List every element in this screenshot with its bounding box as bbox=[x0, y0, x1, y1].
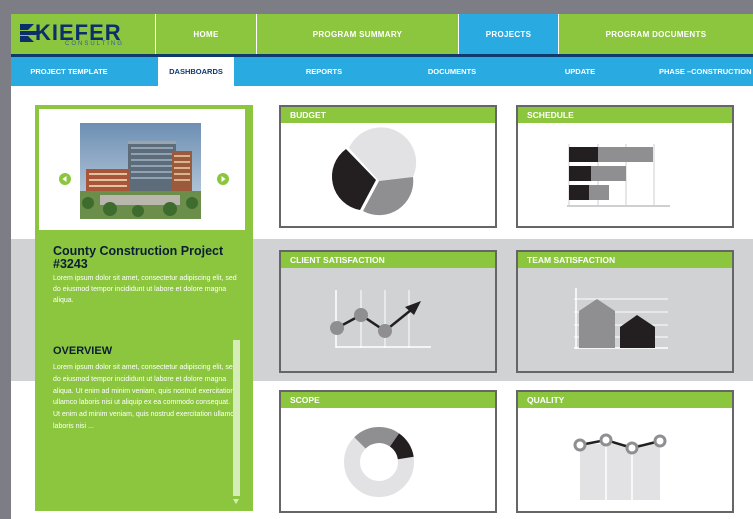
project-title: County Construction Project #3243 bbox=[53, 244, 224, 271]
arrow-left-icon[interactable] bbox=[59, 173, 71, 185]
donut-chart-icon bbox=[344, 427, 414, 497]
nav-tab-projects[interactable]: PROJECTS bbox=[458, 14, 558, 54]
scroll-down-icon[interactable] bbox=[233, 499, 239, 504]
client-satisfaction-card[interactable]: CLIENT SATISFACTION bbox=[279, 250, 497, 373]
arrow-right-icon[interactable] bbox=[217, 173, 229, 185]
subnav-tab-phase-construction[interactable]: PHASE –CONSTRUCTION bbox=[659, 57, 753, 86]
subnav-tab-update[interactable]: UPDATE bbox=[551, 57, 609, 86]
budget-card[interactable]: BUDGET bbox=[279, 105, 497, 228]
line-chart-icon bbox=[330, 290, 431, 348]
subnav-tab-reports[interactable]: REPORTS bbox=[286, 57, 362, 86]
sub-nav: PROJECT TEMPLATE DASHBOARDS REPORTS DOCU… bbox=[11, 57, 753, 86]
team-satisfaction-card[interactable]: TEAM SATISFACTION bbox=[516, 250, 734, 373]
top-nav: KIEFER CONSULTING HOME PROGRAM SUMMARY P… bbox=[11, 14, 753, 54]
line-chart-icon bbox=[573, 433, 667, 500]
logo-subtitle: CONSULTING bbox=[65, 41, 124, 47]
overview-scrollbar[interactable] bbox=[233, 340, 240, 506]
overview-title: OVERVIEW bbox=[53, 345, 113, 357]
subnav-tab-documents[interactable]: DOCUMENTS bbox=[411, 57, 493, 86]
bar-chart-icon bbox=[567, 144, 670, 207]
building-photo bbox=[80, 123, 201, 219]
subnav-tab-dashboards[interactable]: DASHBOARDS bbox=[158, 57, 234, 86]
overview-text: Lorem ipsum dolor sit amet, consectetur … bbox=[53, 364, 238, 430]
pie-chart-icon bbox=[331, 127, 417, 216]
quality-card[interactable]: QUALITY bbox=[516, 390, 734, 513]
project-sidebar: County Construction Project #3243 Lorem … bbox=[35, 105, 253, 511]
schedule-card[interactable]: SCHEDULE bbox=[516, 105, 734, 228]
photo-carousel bbox=[39, 109, 245, 230]
nav-tab-home[interactable]: HOME bbox=[155, 14, 256, 54]
logo[interactable]: KIEFER CONSULTING bbox=[11, 14, 155, 54]
app-frame: KIEFER CONSULTING HOME PROGRAM SUMMARY P… bbox=[11, 14, 753, 519]
scrollbar-thumb[interactable] bbox=[233, 340, 240, 496]
area-chart-icon bbox=[574, 288, 668, 349]
nav-tab-program-summary[interactable]: PROGRAM SUMMARY bbox=[256, 14, 458, 54]
subnav-tab-project-template[interactable]: PROJECT TEMPLATE bbox=[11, 57, 127, 86]
scope-card[interactable]: SCOPE bbox=[279, 390, 497, 513]
project-description: Lorem ipsum dolor sit amet, consectetur … bbox=[53, 275, 237, 304]
nav-tab-program-documents[interactable]: PROGRAM DOCUMENTS bbox=[558, 14, 753, 54]
